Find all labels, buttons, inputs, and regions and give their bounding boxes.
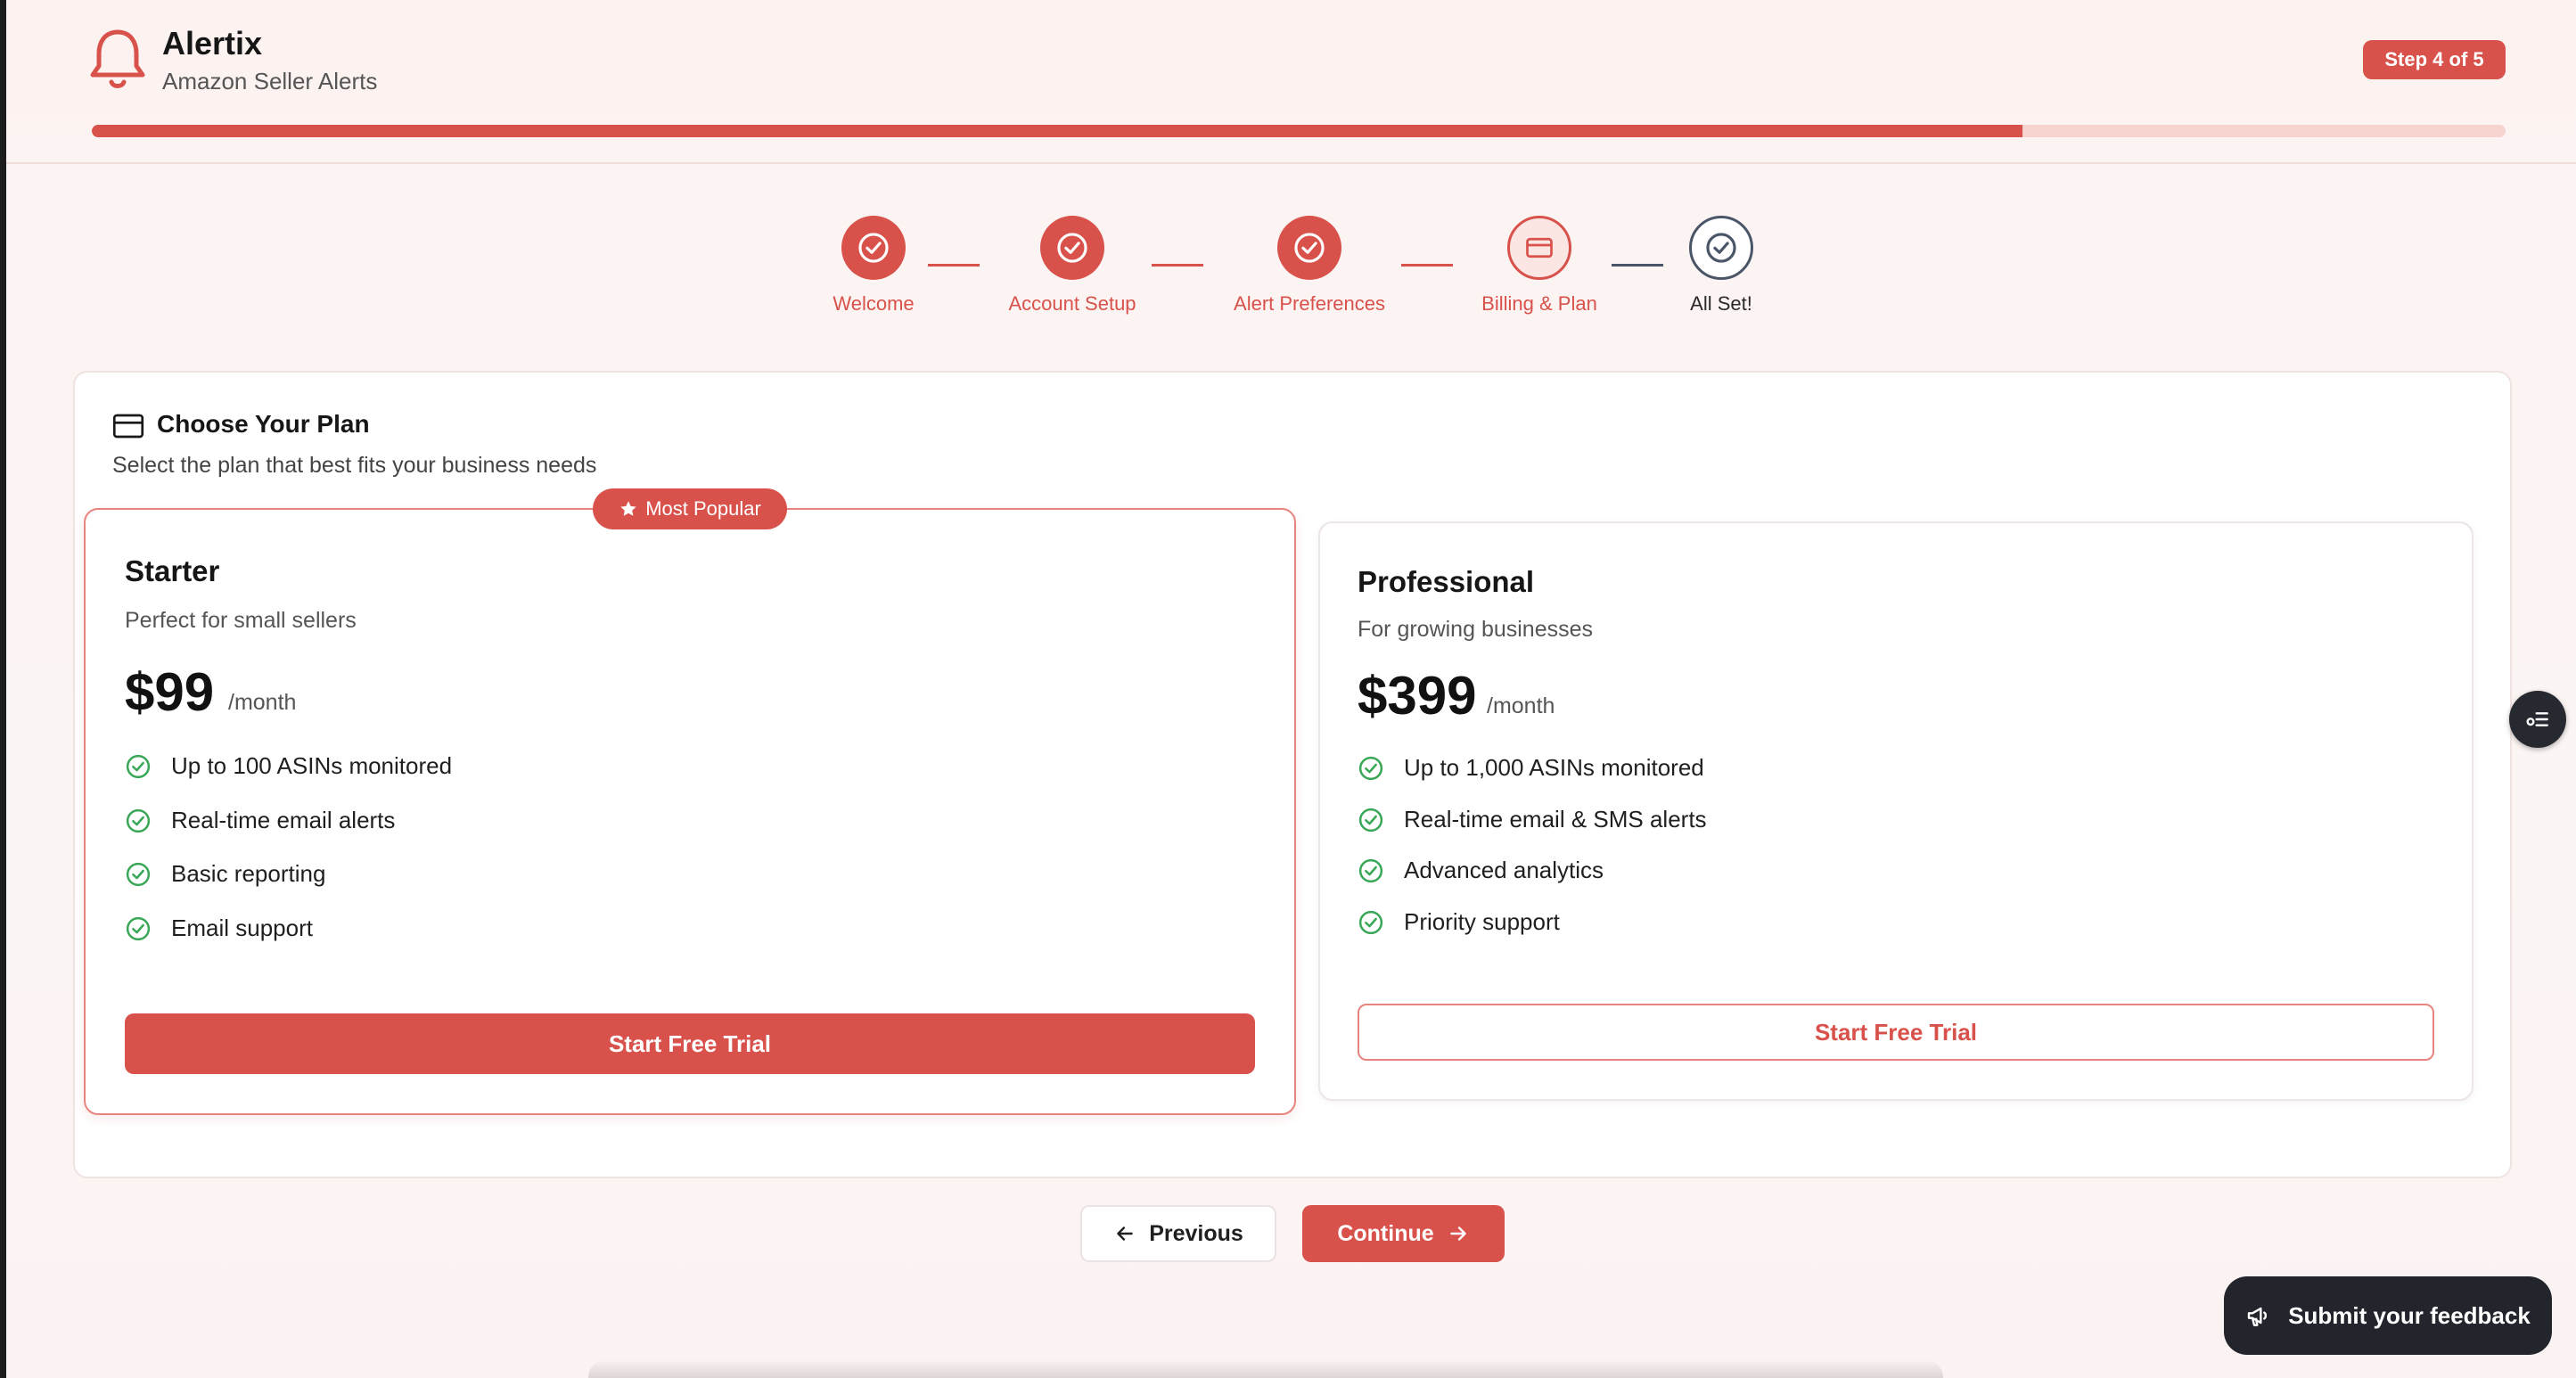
step-label-all-set: All Set! xyxy=(1690,292,1752,315)
step-connector xyxy=(1152,264,1203,267)
previous-button[interactable]: Previous xyxy=(1080,1205,1276,1262)
check-circle-icon xyxy=(126,862,151,886)
progress-fill xyxy=(92,125,2023,137)
step-connector xyxy=(1401,264,1453,267)
credit-card-icon xyxy=(112,414,144,439)
arrow-right-icon xyxy=(1449,1226,1466,1241)
feature-item: Real-time email & SMS alerts xyxy=(1358,806,1707,833)
step-label-alert-preferences: Alert Preferences xyxy=(1234,292,1385,315)
bottom-overlay xyxy=(588,1359,1943,1378)
arrow-left-icon xyxy=(1117,1226,1133,1241)
plans-description: Select the plan that best fits your busi… xyxy=(112,453,597,478)
plan-price-starter: $99 xyxy=(125,662,215,722)
feature-text: Advanced analytics xyxy=(1404,857,1604,883)
credit-card-icon xyxy=(1526,237,1553,258)
plan-description-starter: Perfect for small sellers xyxy=(125,608,357,633)
plan-unit-starter: /month xyxy=(228,690,297,715)
window-edge xyxy=(0,0,6,1378)
feature-item: Advanced analytics xyxy=(1358,857,1604,884)
bell-icon xyxy=(90,29,145,88)
plan-name-starter: Starter xyxy=(125,554,220,587)
header: Alertix Amazon Seller Alerts Step 4 of 5 xyxy=(6,0,2576,164)
plan-unit-professional: /month xyxy=(1487,693,1555,718)
step-label-billing-plan: Billing & Plan xyxy=(1481,292,1597,315)
check-circle-icon xyxy=(126,808,151,833)
most-popular-label: Most Popular xyxy=(645,497,761,520)
start-trial-button-starter[interactable]: Start Free Trial xyxy=(125,1013,1255,1074)
step-connector xyxy=(928,264,980,267)
previous-label: Previous xyxy=(1149,1220,1243,1246)
feature-text: Up to 100 ASINs monitored xyxy=(171,752,453,779)
feature-item: Email support xyxy=(125,915,313,942)
plan-name-professional: Professional xyxy=(1358,565,1535,598)
most-popular-badge: Most Popular xyxy=(593,488,787,529)
feature-text: Priority support xyxy=(1404,908,1560,935)
feature-text: Email support xyxy=(171,915,313,941)
feature-item: Priority support xyxy=(1358,908,1560,936)
check-circle-icon xyxy=(858,233,889,263)
feature-text: Real-time email & SMS alerts xyxy=(1404,806,1707,833)
list-settings-icon xyxy=(2526,712,2548,726)
side-panel-toggle[interactable] xyxy=(2509,691,2566,748)
continue-label: Continue xyxy=(1337,1220,1434,1246)
feature-text: Up to 1,000 ASINs monitored xyxy=(1404,754,1704,781)
step-alert-preferences[interactable] xyxy=(1277,216,1341,280)
plans-title: Choose Your Plan xyxy=(157,410,370,438)
feedback-label: Submit your feedback xyxy=(2288,1301,2531,1329)
progress-bar xyxy=(92,125,2506,137)
plan-price-professional: $399 xyxy=(1358,666,1477,726)
check-circle-icon xyxy=(126,754,151,778)
step-all-set[interactable] xyxy=(1689,216,1753,280)
megaphone-icon xyxy=(2247,1307,2268,1326)
check-circle-icon xyxy=(1358,910,1383,934)
feature-text: Real-time email alerts xyxy=(171,807,396,833)
check-circle-icon xyxy=(1057,233,1087,263)
start-trial-button-professional[interactable]: Start Free Trial xyxy=(1358,1004,2434,1061)
continue-button[interactable]: Continue xyxy=(1302,1205,1505,1262)
feature-text: Basic reporting xyxy=(171,860,326,887)
feature-item: Up to 100 ASINs monitored xyxy=(125,752,452,780)
step-badge: Step 4 of 5 xyxy=(2363,40,2506,79)
check-circle-icon xyxy=(1294,233,1325,263)
step-label-account-setup: Account Setup xyxy=(1008,292,1136,315)
star-icon xyxy=(620,501,636,516)
step-account-setup[interactable] xyxy=(1040,216,1104,280)
feature-item: Real-time email alerts xyxy=(125,807,395,834)
check-circle-icon xyxy=(1706,233,1736,263)
app-title: Alertix xyxy=(162,25,263,62)
feature-item: Up to 1,000 ASINs monitored xyxy=(1358,754,1704,782)
step-welcome[interactable] xyxy=(841,216,906,280)
feature-item: Basic reporting xyxy=(125,860,325,888)
step-label-welcome: Welcome xyxy=(833,292,915,315)
check-circle-icon xyxy=(1358,756,1383,780)
step-billing-plan[interactable] xyxy=(1507,216,1571,280)
step-connector xyxy=(1612,264,1663,267)
plan-description-professional: For growing businesses xyxy=(1358,617,1594,642)
app-subtitle: Amazon Seller Alerts xyxy=(162,68,378,94)
check-circle-icon xyxy=(1358,858,1383,882)
check-circle-icon xyxy=(126,916,151,940)
submit-feedback-button[interactable]: Submit your feedback xyxy=(2224,1276,2552,1355)
check-circle-icon xyxy=(1358,808,1383,832)
page: Alertix Amazon Seller Alerts Step 4 of 5… xyxy=(0,0,2576,1378)
